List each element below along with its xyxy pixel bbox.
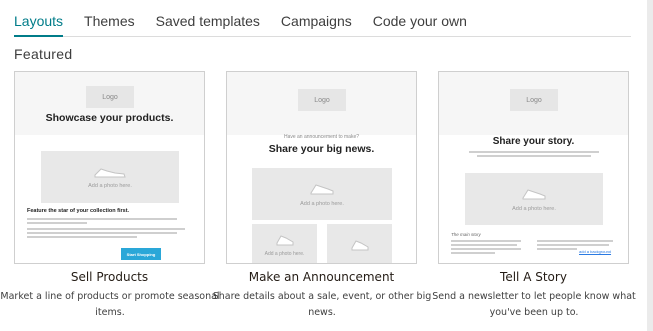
preview-kicker: Have an announcement to make? [283,134,360,140]
photo-caption: Add a photo here. [88,183,132,189]
photo-placeholder: Add a photo here. [465,173,603,225]
preview-cta-button: Start Shopping [121,248,161,260]
preview-headline: Share your big news. [268,143,375,155]
template-card-make-an-announcement[interactable]: Logo Have an announcement to make? Share… [213,71,431,321]
shoe-icon [94,168,126,178]
preview-body-title: Feature the star of your collection firs… [27,208,130,214]
tab-saved-templates[interactable]: Saved templates [156,13,260,36]
photo-placeholder: Add a photo here. [41,151,179,203]
shoe-icon [310,184,334,195]
tab-campaigns[interactable]: Campaigns [281,13,352,36]
logo-placeholder: Logo [510,89,558,111]
photo-placeholder-small: Add a photo here. [252,224,317,263]
preview-headline: Share your story. [492,136,575,147]
card-description: Send a newsletter to let people know wha… [432,291,636,318]
tab-layouts[interactable]: Layouts [14,13,64,37]
photo-caption: Add a photo here. [300,201,344,207]
preview-link: add a background [579,249,612,254]
logo-placeholder: Logo [298,89,346,111]
logo-placeholder: Logo [86,86,134,108]
shoe-icon [276,235,293,246]
template-card-tell-a-story[interactable]: Logo Share your story. Add a photo here.… [432,71,636,321]
template-tabs: Layouts Themes Saved templates Campaigns… [14,0,631,37]
photo-placeholder-small [327,224,392,263]
template-card-sell-products[interactable]: Logo Showcase your products. Add a photo… [0,71,220,321]
card-title: Tell A Story [500,270,567,284]
photo-caption: Add a photo here. [264,251,305,257]
template-picker-panel: Layouts Themes Saved templates Campaigns… [0,0,647,331]
preview-headline: Showcase your products. [45,112,174,124]
card-description: Share details about a sale, event, or ot… [212,291,432,318]
template-thumbnail[interactable]: Logo Have an announcement to make? Share… [226,71,417,264]
card-title: Sell Products [70,270,149,284]
preview-section-label: The main story [451,232,481,237]
card-title: Make an Announcement [248,270,395,284]
card-description: Market a line of products or promote sea… [0,291,220,318]
tab-code-your-own[interactable]: Code your own [373,13,467,36]
photo-caption: Add a photo here. [512,206,556,212]
photo-placeholder: Add a photo here. [252,168,392,220]
tab-themes[interactable]: Themes [84,13,135,36]
template-thumbnail[interactable]: Logo Showcase your products. Add a photo… [14,71,205,264]
shoe-icon [522,189,546,200]
template-thumbnail[interactable]: Logo Share your story. Add a photo here.… [438,71,629,264]
shoe-icon [351,240,368,251]
section-title-featured: Featured [14,46,73,62]
